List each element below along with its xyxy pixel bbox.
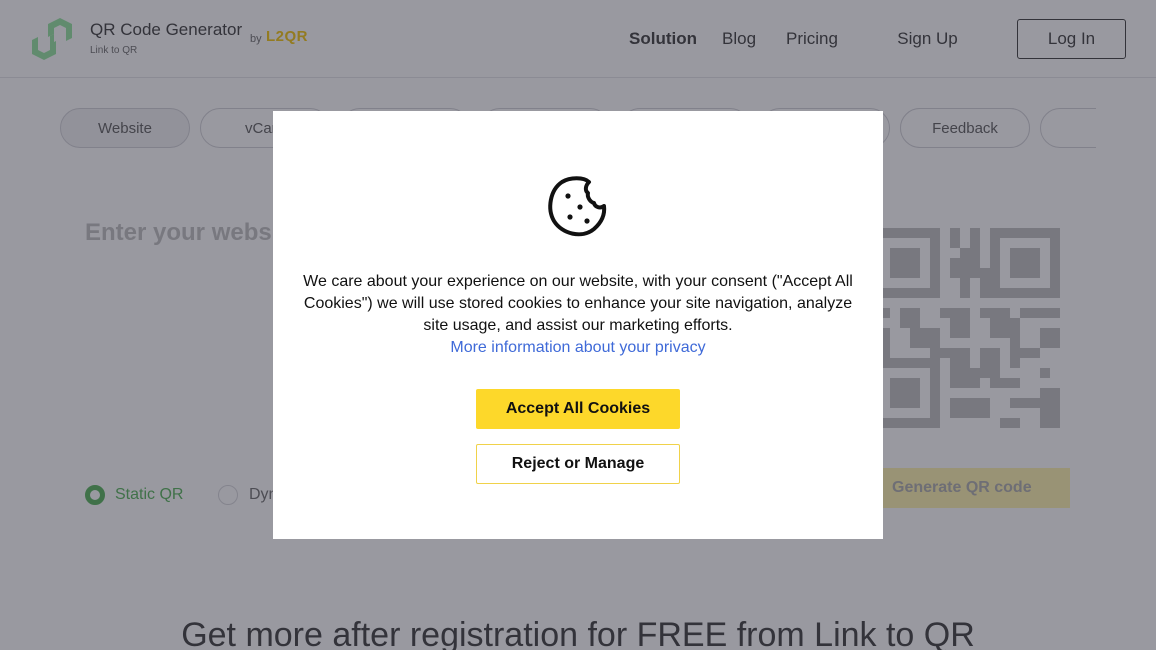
privacy-info-link[interactable]: More information about your privacy <box>293 337 863 359</box>
cookie-consent-dialog: We care about your experience on our web… <box>273 111 883 539</box>
consent-message-text: We care about your experience on our web… <box>303 273 853 334</box>
consent-message: We care about your experience on our web… <box>293 271 863 359</box>
reject-or-manage-button[interactable]: Reject or Manage <box>476 444 680 484</box>
cookie-icon <box>548 176 607 237</box>
accept-all-cookies-button[interactable]: Accept All Cookies <box>476 389 680 429</box>
